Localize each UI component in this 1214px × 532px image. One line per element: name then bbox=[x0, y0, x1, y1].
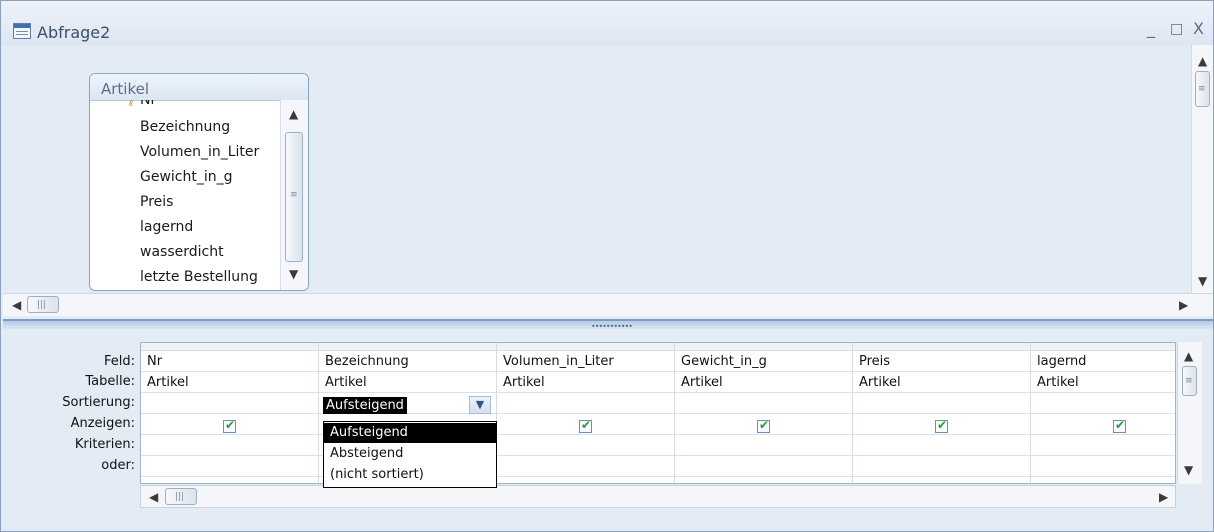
field-list-title: Artikel bbox=[101, 80, 150, 98]
title-bar[interactable]: Abfrage2 _ □ X bbox=[1, 1, 1213, 45]
row-label-anzeigen: Anzeigen: bbox=[70, 416, 135, 431]
row-label-tabelle: Tabelle: bbox=[85, 374, 135, 389]
field-list-title-bar[interactable]: Artikel bbox=[90, 74, 308, 101]
grid-column-3[interactable]: Volumen_in_Liter Artikel ✔ bbox=[497, 343, 675, 483]
scroll-left-arrow-icon[interactable]: ◀ bbox=[149, 491, 158, 503]
sort-option-aufsteigend[interactable]: Aufsteigend bbox=[324, 423, 496, 443]
scroll-up-arrow-icon[interactable]: ▲ bbox=[289, 108, 298, 120]
feld-cell[interactable]: Preis bbox=[859, 354, 890, 369]
close-button[interactable]: X bbox=[1193, 19, 1204, 38]
window-title: Abfrage2 bbox=[37, 23, 111, 42]
sort-option-nicht-sortiert[interactable]: (nicht sortiert) bbox=[324, 465, 496, 485]
field-item[interactable]: Nr bbox=[140, 100, 156, 108]
scroll-right-arrow-icon[interactable]: ▶ bbox=[1179, 299, 1188, 311]
tabelle-cell[interactable]: Artikel bbox=[681, 375, 723, 390]
grid-column-1[interactable]: Nr Artikel ✔ bbox=[141, 343, 319, 483]
sort-option-absteigend[interactable]: Absteigend bbox=[324, 444, 496, 464]
pane-splitter[interactable]: ••••••••••• bbox=[3, 319, 1213, 331]
key-icon: ⚷ bbox=[127, 100, 135, 108]
field-list-items: ⚷ Nr Bezeichnung Volumen_in_Liter Gewich… bbox=[90, 100, 280, 290]
sort-combobox-value[interactable]: Aufsteigend bbox=[323, 397, 407, 414]
grid-column-6[interactable]: lagernd Artikel ✔ bbox=[1031, 343, 1175, 483]
feld-cell[interactable]: Nr bbox=[147, 354, 162, 369]
scroll-thumb[interactable]: ||| bbox=[27, 296, 59, 313]
maximize-button[interactable]: □ bbox=[1170, 21, 1183, 37]
row-label-sortierung: Sortierung: bbox=[62, 395, 135, 410]
tabelle-cell[interactable]: Artikel bbox=[503, 375, 545, 390]
field-item[interactable]: Volumen_in_Liter bbox=[140, 144, 259, 160]
design-grid-pane: Feld: Tabelle: Sortierung: Anzeigen: Kri… bbox=[3, 329, 1213, 531]
field-item[interactable]: letzte Bestellung bbox=[140, 269, 258, 285]
tabelle-cell[interactable]: Artikel bbox=[859, 375, 901, 390]
feld-cell[interactable]: Bezeichnung bbox=[325, 354, 409, 369]
tabelle-cell[interactable]: Artikel bbox=[1037, 375, 1079, 390]
anzeigen-checkbox[interactable]: ✔ bbox=[579, 418, 592, 433]
sort-combobox[interactable]: Aufsteigend ▼ bbox=[323, 396, 499, 416]
field-item[interactable]: Bezeichnung bbox=[140, 119, 230, 135]
scroll-up-arrow-icon[interactable]: ▲ bbox=[1184, 350, 1193, 362]
pane-vertical-scrollbar[interactable]: ▲ ≡ ▼ bbox=[1191, 45, 1213, 293]
sort-dropdown-list[interactable]: Aufsteigend Absteigend (nicht sortiert) bbox=[323, 421, 497, 488]
pane-horizontal-scrollbar[interactable]: ◀ ||| ▶ bbox=[3, 293, 1213, 316]
scroll-up-arrow-icon[interactable]: ▲ bbox=[1198, 55, 1207, 67]
anzeigen-checkbox[interactable]: ✔ bbox=[1113, 418, 1126, 433]
scroll-down-arrow-icon[interactable]: ▼ bbox=[1198, 275, 1207, 287]
anzeigen-checkbox[interactable]: ✔ bbox=[223, 418, 236, 433]
chevron-down-icon[interactable]: ▼ bbox=[469, 396, 491, 414]
scroll-right-arrow-icon[interactable]: ▶ bbox=[1159, 491, 1168, 503]
field-list-scrollbar[interactable]: ▲ ≡ ▼ bbox=[280, 100, 308, 290]
row-label-feld: Feld: bbox=[103, 354, 135, 369]
feld-cell[interactable]: lagernd bbox=[1037, 354, 1086, 369]
scroll-thumb[interactable]: ||| bbox=[165, 488, 197, 505]
field-item[interactable]: Gewicht_in_g bbox=[140, 169, 233, 185]
scroll-down-arrow-icon[interactable]: ▼ bbox=[289, 268, 298, 280]
table-pane[interactable]: Artikel ⚷ Nr Bezeichnung Volumen_in_Lite… bbox=[3, 45, 1213, 323]
feld-cell[interactable]: Gewicht_in_g bbox=[681, 354, 767, 369]
field-item[interactable]: wasserdicht bbox=[140, 244, 224, 260]
scroll-thumb[interactable]: ≡ bbox=[1195, 71, 1210, 107]
field-item[interactable]: lagernd bbox=[140, 219, 193, 235]
query-window: Abfrage2 _ □ X Artikel ⚷ Nr Bezeichnung … bbox=[0, 0, 1214, 532]
grid-column-5[interactable]: Preis Artikel ✔ bbox=[853, 343, 1031, 483]
grid-column-4[interactable]: Gewicht_in_g Artikel ✔ bbox=[675, 343, 853, 483]
grid-horizontal-scrollbar[interactable]: ◀ ||| ▶ bbox=[140, 485, 1176, 508]
scroll-thumb[interactable]: ≡ bbox=[285, 132, 303, 262]
anzeigen-checkbox[interactable]: ✔ bbox=[757, 418, 770, 433]
scroll-down-arrow-icon[interactable]: ▼ bbox=[1184, 464, 1193, 476]
row-label-oder: oder: bbox=[101, 458, 135, 473]
tabelle-cell[interactable]: Artikel bbox=[325, 375, 367, 390]
tabelle-cell[interactable]: Artikel bbox=[147, 375, 189, 390]
query-icon bbox=[13, 23, 31, 39]
row-label-kriterien: Kriterien: bbox=[74, 437, 135, 452]
grid-vertical-scrollbar[interactable]: ▲ ≡ ▼ bbox=[1177, 342, 1202, 484]
anzeigen-checkbox[interactable]: ✔ bbox=[935, 418, 948, 433]
scroll-thumb[interactable]: ≡ bbox=[1182, 366, 1197, 396]
query-design-grid[interactable]: Nr Artikel ✔ Bezeichnung Artikel Volumen… bbox=[140, 342, 1176, 484]
minimize-button[interactable]: _ bbox=[1147, 19, 1155, 38]
field-item[interactable]: Preis bbox=[140, 194, 173, 210]
feld-cell[interactable]: Volumen_in_Liter bbox=[503, 354, 614, 369]
field-list-artikel[interactable]: Artikel ⚷ Nr Bezeichnung Volumen_in_Lite… bbox=[89, 73, 309, 291]
scroll-left-arrow-icon[interactable]: ◀ bbox=[12, 299, 21, 311]
